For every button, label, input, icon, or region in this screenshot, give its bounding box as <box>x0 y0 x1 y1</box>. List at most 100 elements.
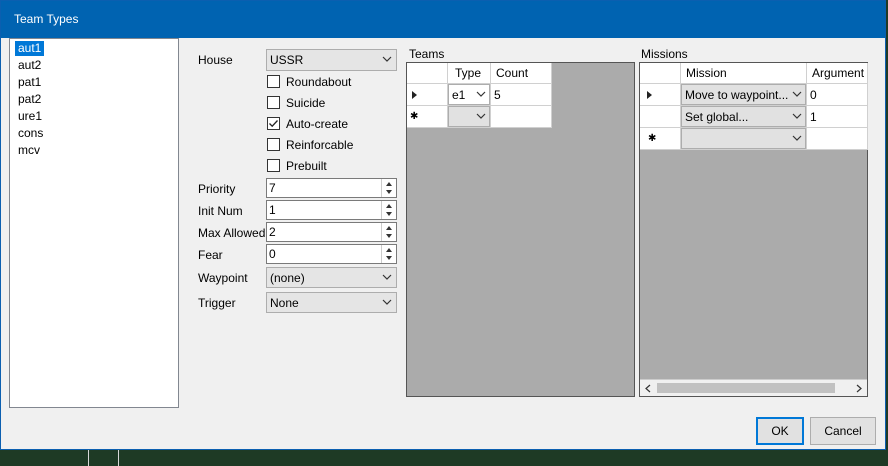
suicide-label: Suicide <box>286 96 326 110</box>
max-allowed-value: 2 <box>269 225 276 239</box>
spin-up-icon[interactable] <box>383 246 395 254</box>
row-header[interactable] <box>640 106 681 128</box>
mission-value: Move to waypoint... <box>685 88 789 102</box>
cancel-button[interactable]: Cancel <box>810 417 876 445</box>
roundabout-label: Roundabout <box>286 75 352 89</box>
teams-title: Teams <box>409 47 445 61</box>
spin-up-icon[interactable] <box>383 180 395 188</box>
type-select[interactable]: e1 <box>448 84 490 105</box>
spin-down-icon[interactable] <box>383 254 395 262</box>
column-header-mission[interactable]: Mission <box>681 63 807 84</box>
fear-stepper[interactable]: 0 <box>266 244 397 264</box>
priority-stepper[interactable]: 7 <box>266 178 397 198</box>
spin-down-icon[interactable] <box>383 232 395 240</box>
column-header-type[interactable]: Type <box>448 63 491 84</box>
scrollbar-thumb[interactable] <box>657 383 835 393</box>
list-item[interactable]: aut2 <box>16 58 43 73</box>
auto-create-checkbox[interactable] <box>267 117 280 130</box>
count-cell[interactable]: 5 <box>491 84 552 106</box>
house-label: House <box>198 53 233 67</box>
row-header[interactable] <box>640 84 681 106</box>
background-strip <box>0 450 888 466</box>
argument-value: 1 <box>810 110 817 124</box>
priority-value: 7 <box>269 181 276 195</box>
horizontal-scrollbar[interactable] <box>640 379 867 396</box>
spin-down-icon[interactable] <box>383 188 395 196</box>
window-title: Team Types <box>14 12 79 26</box>
team-type-list[interactable]: aut1 aut2 pat1 pat2 ure1 cons mcv <box>9 38 179 408</box>
mission-cell[interactable]: Set global... <box>681 106 807 128</box>
type-cell[interactable]: e1 <box>448 84 491 106</box>
column-header-argument[interactable]: Argument <box>807 63 868 84</box>
house-value: USSR <box>270 53 304 67</box>
argument-cell[interactable]: 1 <box>807 106 868 128</box>
spin-down-icon[interactable] <box>383 210 395 218</box>
count-value: 5 <box>494 88 501 102</box>
row-header-corner <box>640 63 681 84</box>
chevron-down-icon <box>476 113 486 119</box>
missions-grid[interactable]: Mission Argument Move to waypoint... 0 S… <box>639 62 868 397</box>
chevron-down-icon <box>382 274 392 280</box>
row-header-corner <box>407 63 448 84</box>
list-item[interactable]: pat2 <box>16 92 43 107</box>
suicide-checkbox[interactable] <box>267 96 280 109</box>
triangle-right-icon <box>412 91 417 99</box>
trigger-select[interactable]: None <box>266 292 397 313</box>
fear-label: Fear <box>198 248 223 262</box>
title-bar[interactable]: Team Types <box>1 1 885 38</box>
house-select[interactable]: USSR <box>266 49 397 71</box>
mission-select[interactable] <box>681 128 806 149</box>
waypoint-select[interactable]: (none) <box>266 267 397 288</box>
mission-cell[interactable]: Move to waypoint... <box>681 84 807 106</box>
type-cell[interactable] <box>448 106 491 128</box>
waypoint-value: (none) <box>270 271 305 285</box>
chevron-down-icon <box>792 113 802 119</box>
type-select[interactable] <box>448 106 490 127</box>
triangle-right-icon <box>647 91 652 99</box>
mission-select[interactable]: Move to waypoint... <box>681 84 806 105</box>
checkmark-icon <box>269 120 278 128</box>
mission-select[interactable]: Set global... <box>681 106 806 127</box>
spin-up-icon[interactable] <box>383 202 395 210</box>
init-num-value: 1 <box>269 203 276 217</box>
list-item[interactable]: aut1 <box>15 41 45 56</box>
type-value: e1 <box>452 88 466 102</box>
argument-cell[interactable]: 0 <box>807 84 868 106</box>
row-header[interactable] <box>407 84 448 106</box>
background-line <box>88 450 89 466</box>
auto-create-label: Auto-create <box>286 117 349 131</box>
asterisk-icon: ✱ <box>648 133 657 144</box>
argument-cell[interactable] <box>807 128 868 150</box>
row-header-new[interactable]: ✱ <box>407 106 448 128</box>
roundabout-checkbox[interactable] <box>267 75 280 88</box>
list-item[interactable]: pat1 <box>16 75 43 90</box>
ok-button[interactable]: OK <box>756 417 804 445</box>
column-header-count[interactable]: Count <box>491 63 552 84</box>
reinforcable-checkbox[interactable] <box>267 138 280 151</box>
prebuilt-label: Prebuilt <box>286 159 327 173</box>
team-types-dialog: Team Types aut1 aut2 pat1 pat2 ure1 cons… <box>0 0 886 450</box>
list-item[interactable]: cons <box>16 126 45 141</box>
argument-value: 0 <box>810 88 817 102</box>
chevron-down-icon <box>476 91 486 97</box>
max-allowed-stepper[interactable]: 2 <box>266 222 397 242</box>
scroll-right-icon[interactable] <box>855 384 863 393</box>
list-item[interactable]: ure1 <box>16 109 44 124</box>
prebuilt-checkbox[interactable] <box>267 159 280 172</box>
init-num-stepper[interactable]: 1 <box>266 200 397 220</box>
scroll-left-icon[interactable] <box>644 384 652 393</box>
count-cell[interactable] <box>491 106 552 128</box>
background-line <box>118 450 119 466</box>
mission-value: Set global... <box>685 110 749 124</box>
spin-up-icon[interactable] <box>383 224 395 232</box>
chevron-down-icon <box>792 91 802 97</box>
mission-cell[interactable] <box>681 128 807 150</box>
missions-title: Missions <box>641 47 688 61</box>
row-header-new[interactable]: ✱ <box>640 128 681 150</box>
teams-grid[interactable]: Type Count e1 5 ✱ <box>406 62 635 397</box>
waypoint-label: Waypoint <box>198 271 248 285</box>
asterisk-icon: ✱ <box>410 111 419 122</box>
list-item[interactable]: mcv <box>16 143 42 158</box>
trigger-value: None <box>270 296 299 310</box>
reinforcable-label: Reinforcable <box>286 138 354 152</box>
